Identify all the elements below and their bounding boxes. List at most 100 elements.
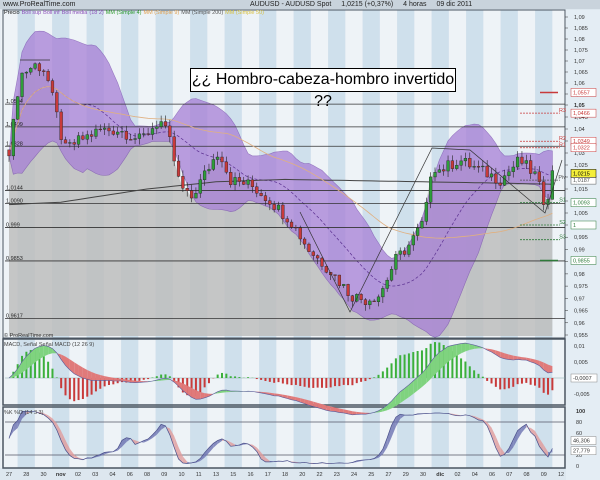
candle (307, 243, 311, 252)
candle (389, 269, 394, 281)
macd-histogram-bar (494, 378, 497, 387)
macd-histogram-bar (229, 376, 232, 378)
candle (416, 227, 420, 236)
candle (337, 274, 341, 286)
macd-histogram-bar (155, 376, 158, 378)
y-tick-label: 1,025 (574, 163, 588, 169)
x-tick-label: 11 (196, 472, 202, 478)
x-tick-label: 09 (541, 472, 547, 478)
x-tick-label: 07 (506, 472, 512, 478)
candle (294, 227, 298, 229)
candle (437, 169, 441, 173)
candle (111, 130, 115, 135)
macd-histogram-bar (342, 378, 345, 385)
macd-histogram-bar (273, 378, 276, 383)
macd-histogram-bar (347, 378, 350, 386)
x-tick-label: 16 (247, 472, 253, 478)
last-price-tag: 1,0215 (573, 171, 590, 177)
macd-histogram-bar (312, 378, 315, 388)
candle (346, 284, 350, 296)
macd-histogram-bar (86, 378, 89, 397)
x-tick-label: 08 (523, 472, 529, 478)
candle (189, 190, 194, 199)
candle (68, 142, 72, 144)
candle (446, 160, 450, 172)
candle (411, 235, 415, 246)
x-tick-label: 08 (144, 472, 150, 478)
macd-histogram-bar (373, 377, 376, 378)
candle (394, 254, 398, 270)
candle (350, 295, 355, 302)
candle (246, 179, 250, 185)
x-tick-label: 30 (40, 472, 46, 478)
macd-histogram-bar (473, 370, 476, 378)
macd-histogram-bar (73, 378, 76, 402)
pivot-label: Piv (558, 175, 566, 181)
macd-histogram-bar (416, 350, 419, 378)
candle (137, 133, 142, 139)
x-tick-label: 06 (489, 472, 495, 478)
macd-histogram-bar (47, 361, 50, 378)
macd-histogram-bar (286, 378, 289, 385)
candle (463, 158, 468, 162)
macd-tick-label: 0,01 (574, 344, 585, 350)
x-tick-label: 18 (282, 472, 288, 478)
y-tick-label: 1,015 (574, 187, 588, 193)
candle (402, 250, 407, 255)
candle (289, 221, 294, 228)
macd-histogram-bar (390, 363, 393, 378)
x-tick-label: 02 (75, 472, 81, 478)
pivot-tag: 1,0093 (573, 201, 590, 207)
macd-last-value: -0,0007 (573, 376, 592, 382)
candle (237, 177, 241, 182)
candle (529, 160, 533, 174)
x-tick-label: 17 (265, 472, 271, 478)
candle (481, 165, 485, 168)
macd-histogram-bar (394, 358, 397, 378)
stoch-tick-label: 0 (576, 464, 579, 470)
candle (29, 68, 33, 73)
candle (502, 175, 507, 186)
candle (37, 63, 42, 72)
x-tick-label: 12 (558, 472, 564, 478)
candle (85, 134, 89, 140)
candle (159, 121, 163, 127)
macd-histogram-bar (238, 377, 241, 378)
macd-histogram-bar (207, 378, 210, 384)
x-tick-label: 15 (230, 472, 236, 478)
candle (459, 160, 463, 166)
macd-histogram-bar (320, 378, 323, 388)
macd-tick-label: -0,005 (574, 392, 590, 398)
chart-window: www.ProRealTime.com AUDUSD - AUDUSD Spot… (0, 0, 600, 480)
candle (42, 70, 46, 72)
candle (429, 176, 433, 203)
macd-histogram-bar (499, 378, 502, 390)
pivot-label: R3 (559, 108, 566, 114)
macd-histogram-bar (538, 378, 541, 388)
y-tick-label: 0,97 (574, 296, 585, 302)
x-tick-label: 06 (127, 472, 133, 478)
candle (424, 201, 428, 222)
candle (24, 71, 28, 74)
candle (342, 284, 346, 286)
stoch-d-last: 27,779 (573, 449, 590, 455)
macd-histogram-bar (60, 378, 63, 389)
candle (381, 288, 385, 298)
candle (320, 257, 324, 267)
macd-histogram-bar (468, 366, 471, 378)
y-tick-label: 1,075 (574, 48, 588, 54)
y-tick-label: 1,085 (574, 26, 588, 32)
macd-histogram-bar (403, 354, 406, 378)
candle (520, 156, 524, 164)
candle (298, 227, 302, 240)
candle (172, 136, 176, 162)
x-tick-label: 10 (178, 472, 184, 478)
macd-histogram-bar (221, 372, 224, 378)
macd-histogram-bar (360, 378, 363, 382)
candle (103, 127, 107, 130)
x-tick-label: 28 (23, 472, 29, 478)
stoch-label: %K %D (14 3 3) (4, 410, 44, 416)
stoch-tick-label: 60 (576, 431, 582, 437)
candle (485, 165, 489, 178)
pivot-label: S3 (559, 235, 566, 241)
